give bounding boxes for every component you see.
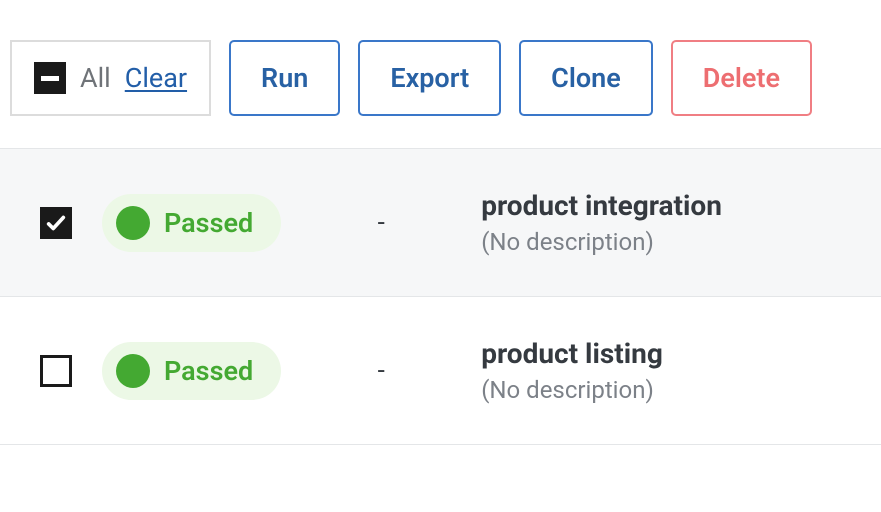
status-badge: Passed [102, 342, 281, 400]
selection-group: All Clear [10, 40, 211, 116]
row-checkbox[interactable] [40, 355, 72, 387]
status-label: Passed [164, 207, 253, 239]
row-content: product listing (No description) [481, 337, 663, 404]
row-description: (No description) [481, 228, 722, 256]
all-label: All [80, 62, 111, 94]
check-circle-icon [116, 206, 150, 240]
row-checkbox[interactable] [40, 207, 72, 239]
dash-cell: - [311, 208, 451, 238]
row-title: product integration [481, 189, 722, 222]
clear-link[interactable]: Clear [125, 62, 187, 94]
rows-list: Passed - product integration (No descrip… [0, 148, 881, 445]
minus-icon [41, 76, 59, 81]
table-row[interactable]: Passed - product integration (No descrip… [0, 149, 881, 297]
clone-button[interactable]: Clone [519, 40, 653, 116]
status-label: Passed [164, 355, 253, 387]
select-all-checkbox-indeterminate[interactable] [34, 62, 66, 94]
dash-cell: - [311, 356, 451, 386]
row-content: product integration (No description) [481, 189, 722, 256]
row-title: product listing [481, 337, 663, 370]
run-button[interactable]: Run [229, 40, 340, 116]
delete-button[interactable]: Delete [671, 40, 812, 116]
row-description: (No description) [481, 376, 663, 404]
check-circle-icon [116, 354, 150, 388]
status-badge: Passed [102, 194, 281, 252]
check-icon [45, 212, 67, 234]
table-row[interactable]: Passed - product listing (No description… [0, 297, 881, 445]
export-button[interactable]: Export [358, 40, 501, 116]
toolbar: All Clear Run Export Clone Delete [0, 0, 881, 148]
